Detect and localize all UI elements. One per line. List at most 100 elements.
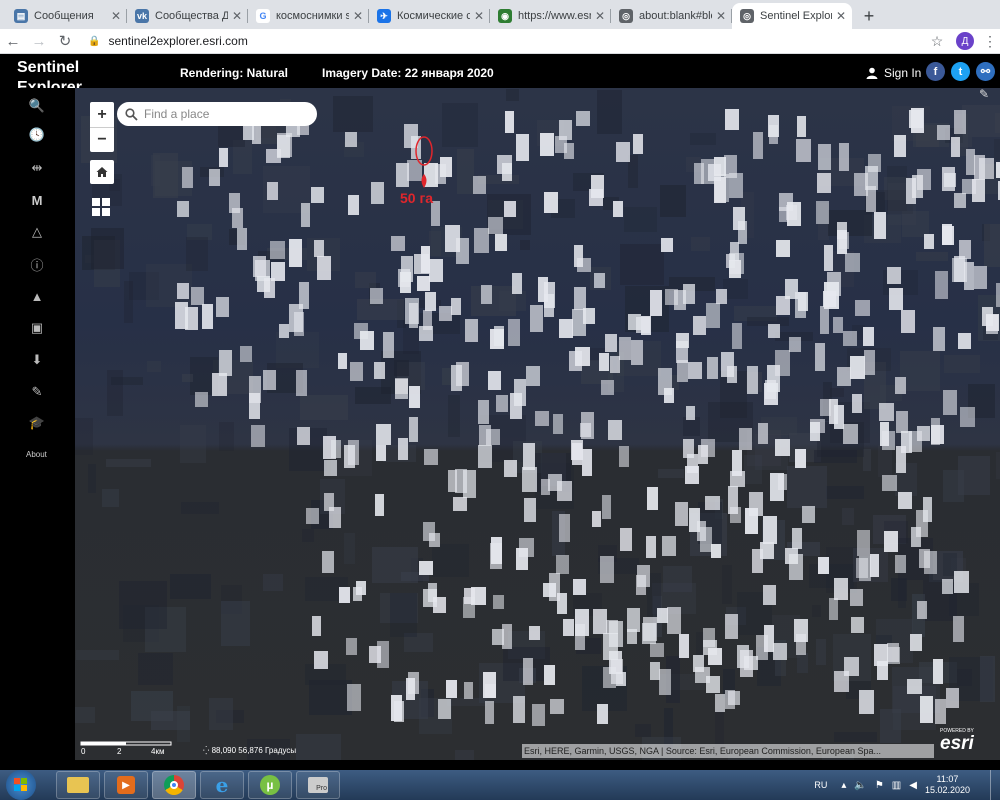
tab-close-icon[interactable]: ✕ — [232, 9, 242, 23]
internet-explorer-icon[interactable]: e — [200, 771, 244, 799]
clearcut-patch — [679, 634, 689, 658]
edit-icon[interactable]: ✎ — [979, 87, 993, 101]
basemap-gallery-icon[interactable] — [92, 198, 111, 217]
clearcut-patch — [960, 407, 975, 427]
sign-in-button[interactable]: Sign In — [866, 66, 921, 80]
browser-tab[interactable]: ◎ about:blank#blo ✕ — [611, 3, 732, 29]
flag-icon[interactable]: ⚑ — [875, 780, 884, 791]
clearcut-patch — [439, 306, 452, 321]
browser-tab[interactable]: Gкосмоснимки sє ✕ — [248, 3, 369, 29]
media-player-icon[interactable]: ▶ — [104, 771, 148, 799]
time-icon[interactable]: 🕓 — [29, 127, 45, 143]
speaker-icon[interactable]: ◀ — [909, 780, 917, 791]
clearcut-patch — [728, 486, 738, 514]
clearcut-patch — [574, 245, 583, 267]
learn-icon[interactable]: 🎓 — [29, 415, 45, 431]
language-indicator[interactable]: RU — [814, 780, 827, 790]
clearcut-patch — [864, 350, 875, 375]
tab-close-icon[interactable]: ✕ — [595, 9, 605, 23]
utorrent-icon[interactable]: µ — [248, 771, 292, 799]
clearcut-patch — [502, 624, 512, 649]
clearcut-patch — [263, 370, 276, 390]
download-icon[interactable]: ⬇ — [29, 352, 45, 368]
file-explorer-icon[interactable] — [56, 771, 100, 799]
clearcut-patch — [229, 193, 240, 213]
map-attribution[interactable]: Esri, HERE, Garmin, USGS, NGA | Source: … — [522, 744, 934, 758]
clearcut-patch — [739, 428, 752, 450]
home-button[interactable] — [90, 160, 114, 184]
clearcut-patch — [725, 109, 739, 130]
tab-close-icon[interactable]: ✕ — [474, 9, 484, 23]
tab-close-icon[interactable]: ✕ — [353, 9, 363, 23]
clearcut-patch — [523, 443, 535, 470]
clearcut-patch — [264, 278, 275, 298]
url-field[interactable]: 🔒 sentinel2explorer.esri.com — [88, 34, 924, 48]
about-link[interactable]: About — [26, 450, 47, 459]
browser-menu-icon[interactable]: ⋮ — [980, 33, 1000, 50]
facebook-icon[interactable]: f — [926, 62, 945, 81]
network-icon[interactable]: ▥ — [892, 780, 901, 791]
clearcut-patch — [824, 245, 833, 271]
mask-icon[interactable]: M — [29, 192, 45, 208]
forward-arrow-icon[interactable]: → — [26, 29, 52, 54]
clearcut-patch — [376, 424, 391, 445]
browser-tab[interactable]: ◉ https://www.esri ✕ — [490, 3, 611, 29]
imagery-date-label[interactable]: Imagery Date: 22 января 2020 — [322, 66, 494, 80]
tab-close-icon[interactable]: ✕ — [111, 9, 121, 23]
clock[interactable]: 11:07 15.02.2020 — [925, 774, 970, 796]
clearcut-patch — [301, 203, 310, 227]
zoom-in-button[interactable]: + — [90, 102, 114, 127]
zoom-out-button[interactable]: − — [90, 127, 114, 152]
measure-icon[interactable]: △ — [29, 224, 45, 240]
clearcut-patch — [383, 332, 394, 358]
profile-avatar[interactable]: Д — [956, 32, 974, 50]
bookmark-star-icon[interactable]: ☆ — [924, 33, 950, 50]
clearcut-patch — [758, 423, 768, 444]
twitter-icon[interactable]: t — [951, 62, 970, 81]
show-desktop-button[interactable] — [990, 770, 1000, 800]
clearcut-patch — [641, 316, 651, 335]
pro-app-icon[interactable]: Pro — [296, 771, 340, 799]
clearcut-patch — [195, 392, 208, 407]
swipe-icon[interactable]: ⇹ — [29, 160, 45, 176]
esri-logo[interactable]: POWERED BY esri — [940, 728, 974, 754]
annotate-icon[interactable]: ✎ — [29, 384, 45, 400]
tab-close-icon[interactable]: ✕ — [716, 9, 726, 23]
clearcut-patch — [911, 108, 924, 133]
map-view[interactable] — [75, 88, 1000, 760]
reload-icon[interactable]: ↻ — [52, 29, 78, 54]
link-icon[interactable]: ⚯ — [976, 62, 995, 81]
clearcut-patch — [954, 193, 966, 208]
clearcut-patch — [850, 589, 863, 606]
clearcut-patch — [802, 506, 815, 523]
browser-tab[interactable]: ▤ Сообщения ✕ — [6, 3, 127, 29]
back-arrow-icon[interactable]: ← — [0, 29, 26, 54]
chrome-icon[interactable] — [152, 771, 196, 799]
volume-icon[interactable]: 🔈 — [854, 780, 866, 791]
browser-tab[interactable]: ✈ Космические сн ✕ — [369, 3, 490, 29]
clearcut-patch — [488, 371, 501, 390]
save-icon[interactable]: ▣ — [29, 320, 45, 336]
clearcut-patch — [855, 300, 870, 316]
tray-expand-icon[interactable]: ▴ — [841, 780, 846, 791]
clearcut-patch — [582, 449, 592, 476]
scale-label-mid: 2 — [117, 747, 122, 756]
start-button[interactable] — [6, 770, 36, 800]
clearcut-patch — [312, 616, 321, 636]
clearcut-patch — [966, 149, 975, 175]
clearcut-patch — [896, 411, 908, 433]
find-place-input[interactable]: Find a place — [117, 102, 317, 126]
clearcut-patch — [391, 236, 405, 251]
rendering-label[interactable]: Rendering: Natural — [180, 66, 288, 80]
clearcut-patch — [776, 240, 790, 257]
info-icon[interactable]: ⓘ — [29, 256, 45, 273]
browser-tab[interactable]: vk Сообщества Дє ✕ — [127, 3, 248, 29]
browser-tab[interactable]: ◎ Sentinel Explorer ✕ — [732, 3, 852, 29]
export-icon[interactable]: ▲ — [29, 288, 45, 304]
search-tool-icon[interactable]: 🔍 — [29, 98, 45, 114]
clearcut-patch — [839, 143, 849, 171]
tab-title: about:blank#blo — [639, 10, 712, 22]
clearcut-patch — [996, 283, 1000, 307]
new-tab-button[interactable]: + — [856, 3, 882, 29]
tab-close-icon[interactable]: ✕ — [836, 9, 846, 23]
